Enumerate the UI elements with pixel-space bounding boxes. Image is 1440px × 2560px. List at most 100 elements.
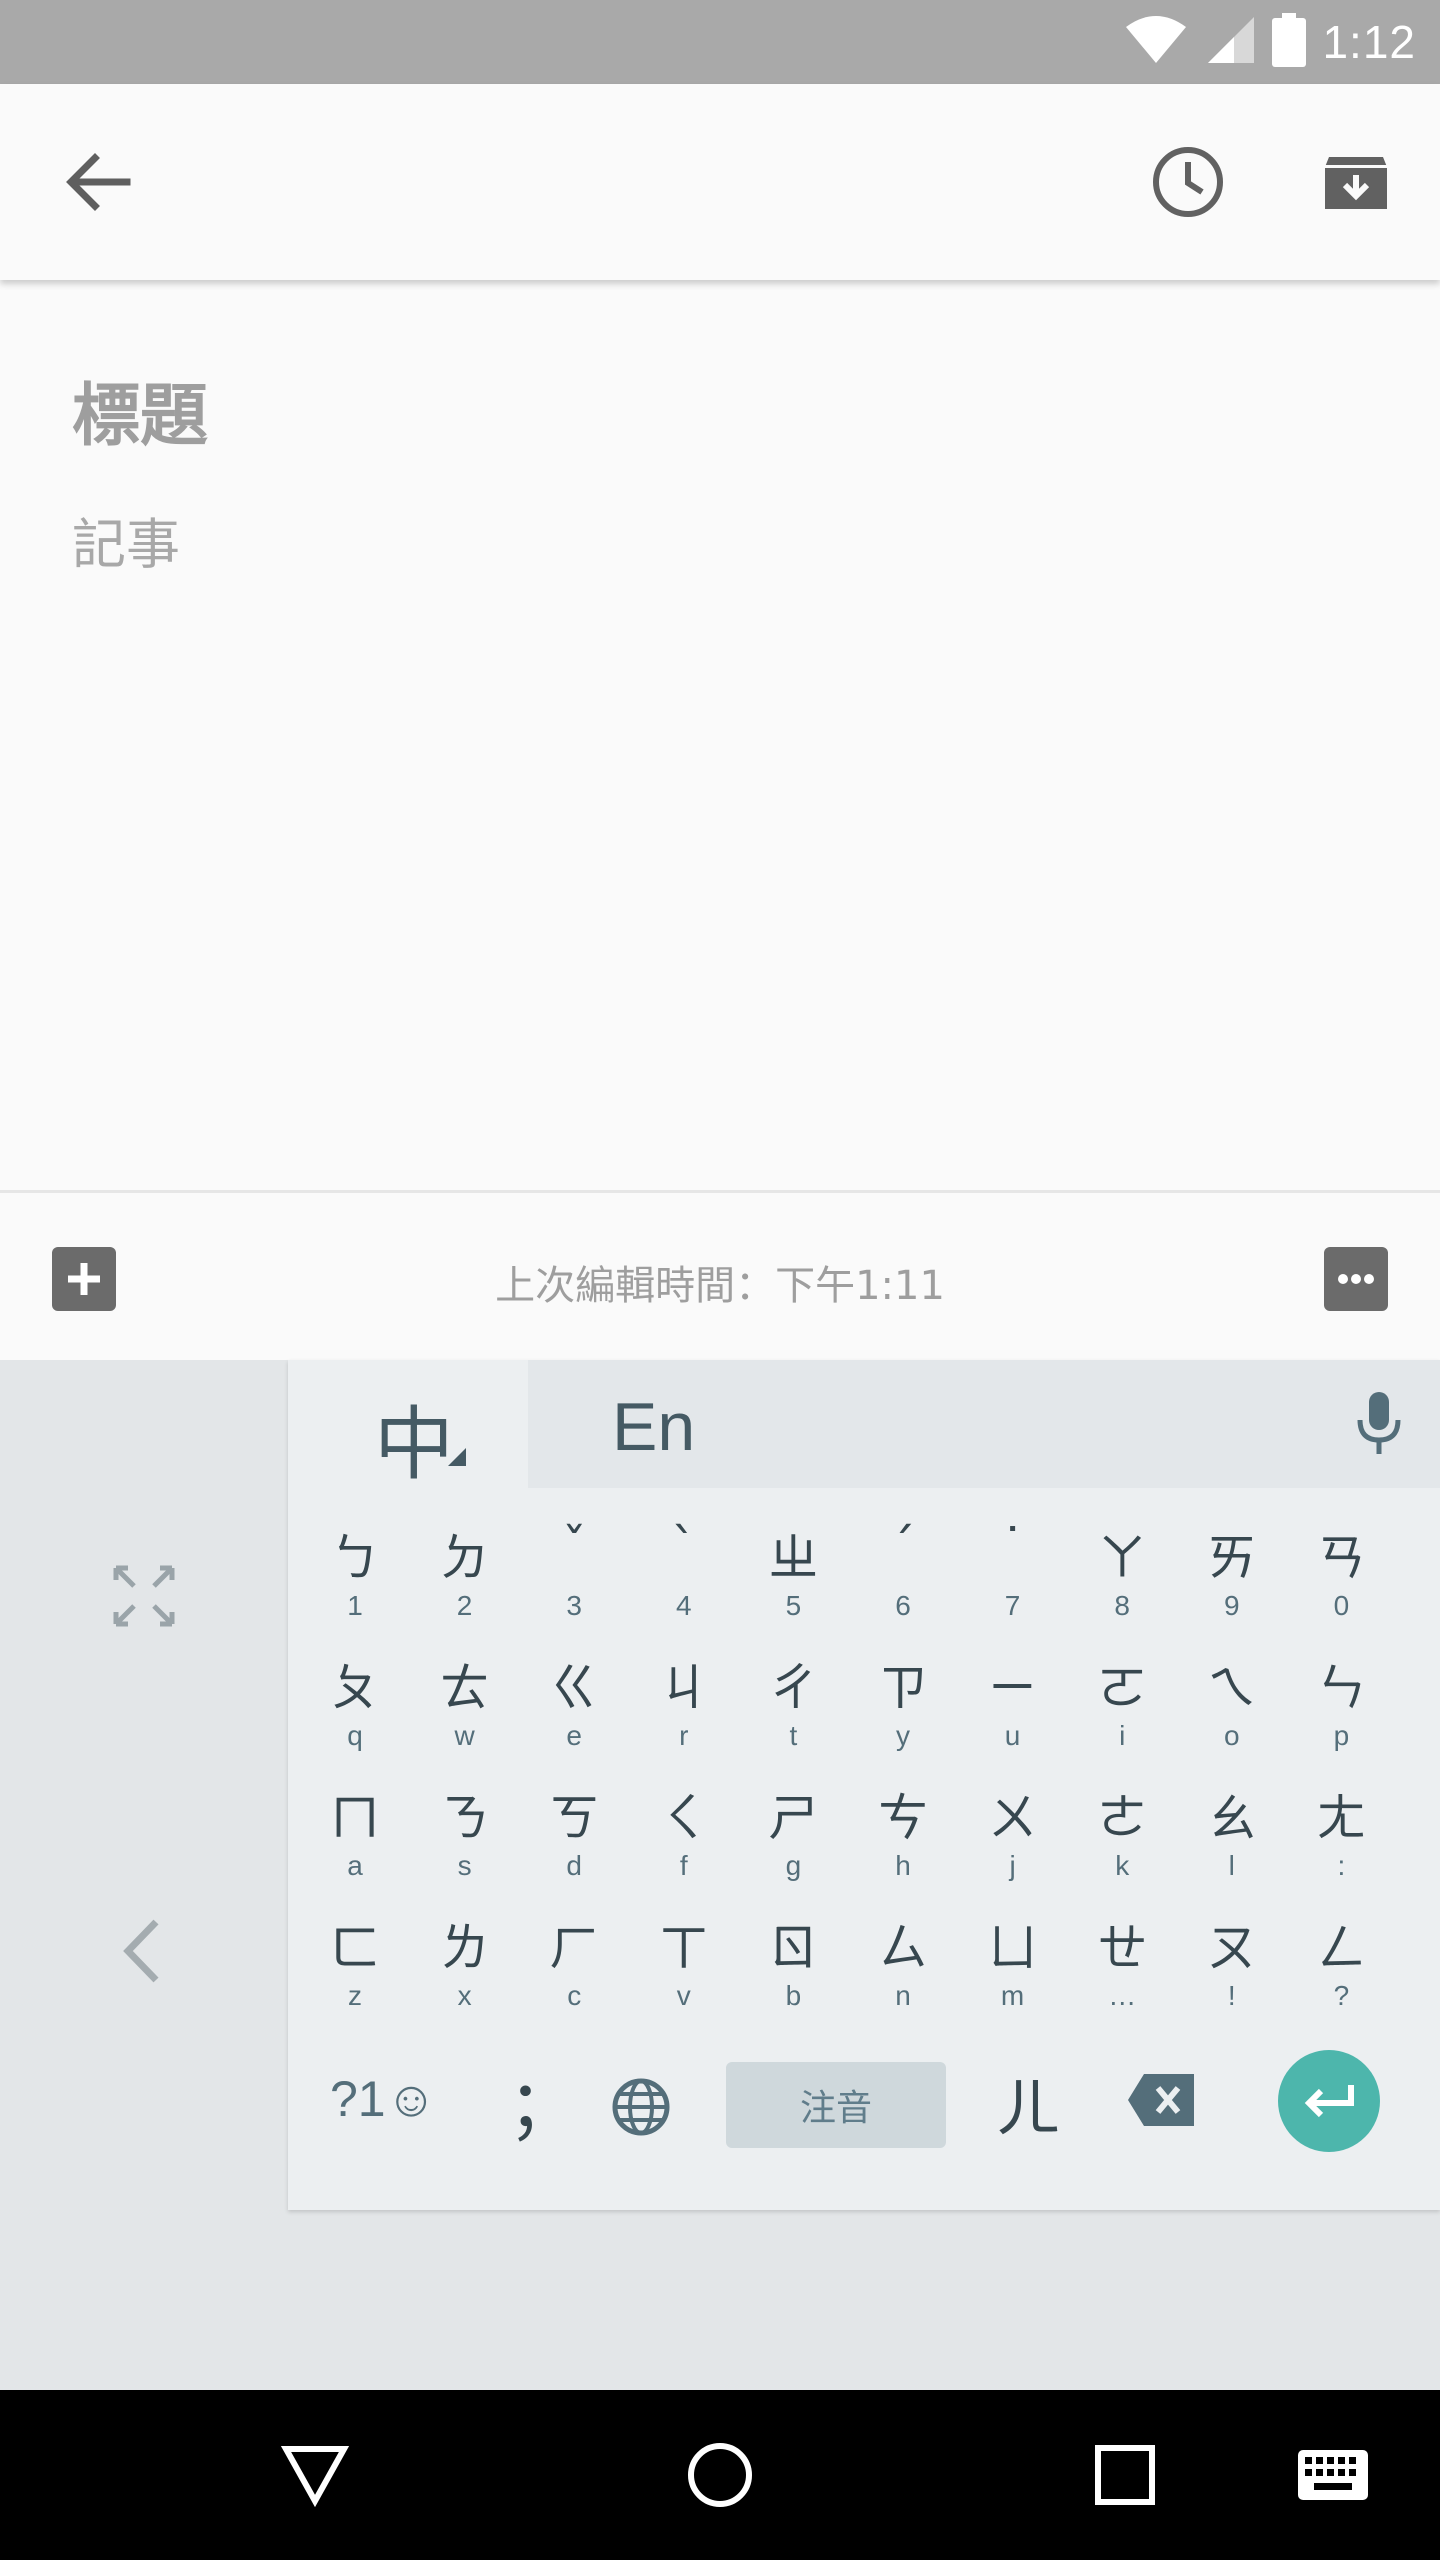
expand-keyboard-button[interactable] [112, 1564, 176, 1628]
key-v[interactable]: ㄒv [629, 1902, 739, 2032]
key-main-label: ㄕ [768, 1789, 819, 1847]
key-t[interactable]: ㄔt [738, 1642, 848, 1772]
key-a[interactable]: ㄇa [300, 1772, 410, 1902]
key-4[interactable]: ˋ4 [629, 1512, 739, 1642]
key-u[interactable]: ㄧu [958, 1642, 1068, 1772]
key-1[interactable]: ㄅ1 [300, 1512, 410, 1642]
key-sub-label: 2 [456, 1590, 473, 1621]
nav-keyboard-switch-button[interactable] [1290, 2432, 1376, 2518]
key-l[interactable]: ㄠl [1177, 1772, 1287, 1902]
key-main-label: ㄧ [987, 1659, 1038, 1717]
square-recents-icon [1095, 2445, 1155, 2505]
keyboard-shift-left-button[interactable] [118, 1916, 168, 1986]
key-main-label: ㄞ [1206, 1529, 1257, 1587]
enter-key[interactable] [1278, 2050, 1380, 2152]
symbols-emoji-key[interactable]: ?1☺ [330, 2070, 437, 2128]
key-g[interactable]: ㄕg [738, 1772, 848, 1902]
key-e[interactable]: ㄍe [519, 1642, 629, 1772]
key-?[interactable]: ㄥ? [1286, 1902, 1396, 2032]
key-o[interactable]: ㄟo [1177, 1642, 1287, 1772]
corner-triangle-icon [448, 1448, 466, 1466]
key-9[interactable]: ㄞ9 [1177, 1512, 1287, 1642]
english-mode-tab[interactable]: En [528, 1360, 1440, 1488]
key-k[interactable]: ㄜk [1067, 1772, 1177, 1902]
key-main-label: ㄉ [439, 1529, 490, 1587]
key-sub-label: p [1333, 1720, 1350, 1751]
more-dots-icon [1338, 1274, 1374, 1284]
key-0[interactable]: ㄢ0 [1286, 1512, 1396, 1642]
note-body-input[interactable]: 記事 [72, 500, 180, 579]
key-main-label: ㄣ [1316, 1659, 1367, 1717]
key-sub-label: t [789, 1720, 798, 1751]
key-b[interactable]: ㄖb [738, 1902, 848, 2032]
note-editor: 標題 記事 [0, 280, 1440, 1190]
nav-back-button[interactable] [272, 2432, 358, 2518]
enter-arrow-icon [1304, 2085, 1354, 2118]
key-main-label: ˙ [1000, 1518, 1026, 1576]
key-sub-label: r [679, 1720, 689, 1751]
key-![interactable]: ㄡ! [1177, 1902, 1287, 2032]
key-row-1: ㄅ 1 ㄉ 2 ˇ 3 ˋ 4 ㄓ 5 ˊ 6 ˙ 7 ㄚ 8 ㄞ 9 ㄢ 0 [288, 1512, 1440, 1642]
semicolon-key[interactable]: ； [508, 2050, 578, 2151]
nav-recents-button[interactable] [1082, 2432, 1168, 2518]
key-5[interactable]: ㄓ5 [738, 1512, 848, 1642]
key-p[interactable]: ㄣp [1286, 1642, 1396, 1772]
key-n[interactable]: ㄙn [848, 1902, 958, 2032]
back-button[interactable] [50, 134, 146, 230]
key-j[interactable]: ㄨj [958, 1772, 1068, 1902]
microphone-icon [1357, 1392, 1401, 1454]
key-3[interactable]: ˇ3 [519, 1512, 629, 1642]
key-sub-label: 3 [566, 1590, 582, 1621]
key-main-label: ㄌ [439, 1919, 490, 1977]
key-r[interactable]: ㄐr [629, 1642, 739, 1772]
key-sub-label: 9 [1224, 1590, 1240, 1621]
key-sub-label: i [1119, 1720, 1126, 1751]
key-:[interactable]: ㄤ: [1286, 1772, 1396, 1902]
key-8[interactable]: ㄚ8 [1067, 1512, 1177, 1642]
key-q[interactable]: ㄆq [300, 1642, 410, 1772]
key-f[interactable]: ㄑf [629, 1772, 739, 1902]
key-sub-label: d [566, 1850, 582, 1881]
space-key[interactable]: 注音 [726, 2062, 946, 2148]
key-x[interactable]: ㄌx [410, 1902, 520, 2032]
key-main-label: ˊ [890, 1518, 916, 1576]
key-sub-label: g [785, 1850, 802, 1881]
key-s[interactable]: ㄋs [410, 1772, 520, 1902]
archive-button[interactable] [1308, 134, 1404, 230]
reminder-button[interactable] [1140, 134, 1236, 230]
key-y[interactable]: ㄗy [848, 1642, 958, 1772]
key-main-label: ㄟ [1206, 1659, 1257, 1717]
language-switch-key[interactable] [610, 2076, 672, 2138]
key-d[interactable]: ㄎd [519, 1772, 629, 1902]
key-i[interactable]: ㄛi [1067, 1642, 1177, 1772]
chinese-mode-label: 中 [374, 1398, 454, 1491]
key-row-2: ㄆqㄊwㄍeㄐrㄔtㄗyㄧuㄛiㄟoㄣp [288, 1642, 1440, 1772]
key-sub-label: x [457, 1980, 472, 2011]
key-m[interactable]: ㄩm [958, 1902, 1068, 2032]
key-main-label: ㄙ [878, 1919, 928, 1977]
key-sub-label: 1 [347, 1590, 363, 1621]
key-6[interactable]: ˊ6 [848, 1512, 958, 1642]
key-main-label: ㄅ [330, 1529, 380, 1587]
chinese-mode-tab[interactable]: 中 [288, 1360, 528, 1491]
voice-input-button[interactable] [1344, 1388, 1414, 1458]
key-7[interactable]: ˙ 7 [958, 1512, 1068, 1642]
battery-icon [1272, 13, 1307, 71]
note-bottom-bar: 上次編輯時間：下午1:11 [0, 1190, 1440, 1360]
er-key[interactable]: ㄦ [996, 2058, 1060, 2150]
key-c[interactable]: ㄏc [519, 1902, 629, 2032]
key-w[interactable]: ㄊw [410, 1642, 520, 1772]
key-main-label: ㄤ [1316, 1789, 1367, 1847]
more-options-button[interactable] [1324, 1247, 1388, 1311]
key-sub-label: … [1108, 1980, 1137, 2011]
keyboard: 中 En ㄅ 1 ㄉ 2 ˇ 3 ˋ 4 ㄓ 5 ˊ 6 ˙ 7 ㄚ 8 ㄞ 9 ㄢ 0 ㄆqㄊwㄍeㄐrㄔtㄗyㄧu… [288, 1360, 1440, 2210]
nav-home-button[interactable] [677, 2432, 763, 2518]
key-2[interactable]: ㄉ2 [410, 1512, 520, 1642]
key-z[interactable]: ㄈz [300, 1902, 410, 2032]
key-…[interactable]: ㄝ… [1067, 1902, 1177, 2032]
key-main-label: ㄡ [1206, 1919, 1257, 1977]
key-sub-label: o [1224, 1720, 1240, 1751]
key-h[interactable]: ㄘh [848, 1772, 958, 1902]
backspace-key[interactable] [1126, 2072, 1196, 2128]
note-title-input[interactable]: 標題 [72, 360, 208, 459]
